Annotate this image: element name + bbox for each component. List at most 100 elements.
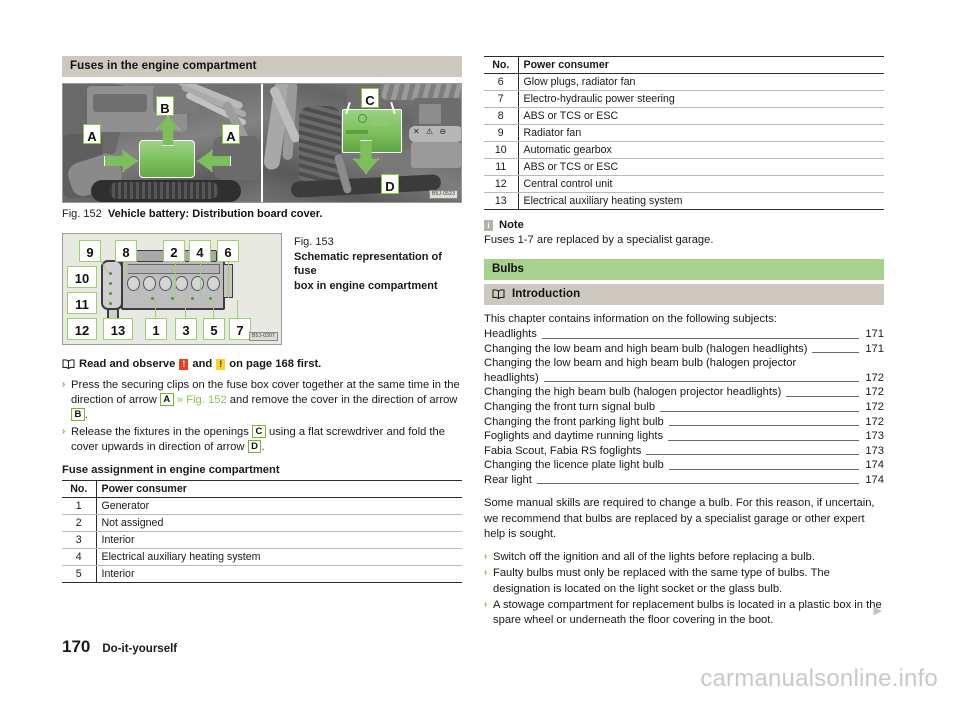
figure-152-caption-text: Vehicle battery: Distribution board cove… [107, 208, 323, 220]
column-header-power-consumer: Power consumer [96, 480, 462, 499]
table-row: 12 Central control unit [484, 175, 884, 193]
cell-consumer: ABS or TCS or ESC [518, 107, 884, 125]
list-item: › Release the fixtures in the openings C… [62, 424, 462, 455]
photo-right-half: ✕ ⚠ ⊖ C D [263, 84, 461, 202]
cell-consumer: Automatic gearbox [518, 141, 884, 159]
toc-leader [668, 439, 859, 441]
table-row: 10 Automatic gearbox [484, 141, 884, 159]
note-body: Fuses 1-7 are replaced by a specialist g… [484, 234, 714, 246]
toc-entry[interactable]: Fabia Scout, Fabia RS foglights 173 [484, 444, 884, 459]
toc-leader [646, 454, 859, 456]
photo-left-half: A A B [63, 84, 261, 202]
table-row: 2 Not assigned [62, 514, 462, 533]
bullet-chevron-icon: › [62, 379, 66, 390]
callout-label-c: C [361, 88, 379, 108]
read-and-observe-notice: Read and observe ! and ! on page 168 fir… [62, 358, 462, 370]
toc-title: Changing the low beam and high beam bulb… [484, 342, 808, 355]
bullet-text-1: Press the securing clips on the fuse box… [71, 379, 460, 422]
toc-page: 172 [865, 415, 884, 428]
cell-consumer: Radiator fan [518, 124, 884, 142]
toc-entry[interactable]: Changing the front parking light bulb 17… [484, 415, 884, 430]
chapter-contents-list: Headlights 171 Changing the low beam and… [484, 327, 884, 487]
inline-tag-a: A [159, 393, 174, 407]
toc-entry[interactable]: Headlights 171 [484, 327, 884, 342]
toc-leader [660, 410, 859, 412]
toc-entry[interactable]: Foglights and daytime running lights 173 [484, 429, 884, 444]
bullet-text-1: Switch off the ignition and all of the l… [493, 551, 815, 564]
toc-entry-title-wrapped[interactable]: Changing the low beam and high beam bulb… [484, 356, 884, 371]
cell-consumer: Glow plugs, radiator fan [518, 73, 884, 91]
figure-153-caption-line1: Schematic representation of fuse [294, 250, 442, 278]
info-icon: i [484, 219, 493, 231]
fuse-assignment-table-right: No. Power consumer 6 Glow plugs, radiato… [484, 56, 884, 210]
fuse-assignment-heading: Fuse assignment in engine compartment [62, 464, 280, 477]
cell-consumer: Generator [96, 497, 462, 516]
continuation-arrow-icon: ▶ [873, 605, 882, 617]
toc-entry[interactable]: headlights) 172 [484, 371, 884, 386]
table-row: 1 Generator [62, 497, 462, 516]
toc-title: Rear light [484, 473, 532, 486]
toc-page: 173 [865, 444, 884, 457]
table-row: 8 ABS or TCS or ESC [484, 107, 884, 125]
toc-title: Headlights [484, 328, 537, 341]
subsection-heading-introduction: Introduction [484, 284, 884, 306]
fuse-number-8: 8 [115, 240, 137, 262]
figure-153-image-code: B5J-0397 [248, 332, 278, 341]
inline-tag-b: B [71, 408, 85, 422]
callout-label-b: B [156, 96, 174, 116]
toc-title: Changing the front parking light bulb [484, 415, 664, 428]
cell-no: 10 [484, 141, 519, 159]
toc-entry[interactable]: Rear light 174 [484, 473, 884, 488]
note-title: Note [499, 219, 524, 231]
table-row: 3 Interior [62, 531, 462, 550]
cell-no: 6 [484, 73, 519, 91]
intro-paragraph: Some manual skills are required to chang… [484, 497, 875, 540]
right-bullet-list: › Switch off the ignition and all of the… [484, 550, 884, 628]
inline-tag-d: D [247, 439, 262, 453]
toc-leader [786, 396, 859, 398]
bullet-chevron-icon: › [484, 598, 488, 610]
toc-page: 171 [865, 328, 884, 341]
table-row: 4 Electrical auxiliary heating system [62, 548, 462, 567]
cell-no: 1 [62, 497, 97, 516]
introduction-heading-text: Introduction [512, 288, 581, 301]
list-item: › Switch off the ignition and all of the… [484, 550, 884, 565]
left-bullet-list: › Press the securing clips on the fuse b… [62, 378, 462, 455]
cell-consumer: Interior [96, 565, 462, 584]
inline-tag-c: C [251, 424, 266, 438]
fuse-number-9: 9 [79, 240, 101, 262]
table-row: 9 Radiator fan [484, 124, 884, 142]
toc-entry[interactable]: Changing the licence plate light bulb 17… [484, 458, 884, 473]
column-header-power-consumer: Power consumer [518, 56, 884, 74]
toc-page: 172 [865, 386, 884, 399]
figure-153-label: Fig. 153 [294, 236, 334, 248]
toc-title: Changing the licence plate light bulb [484, 459, 664, 472]
toc-page: 171 [865, 342, 884, 355]
toc-entry[interactable]: Changing the front turn signal bulb 172 [484, 400, 884, 415]
callout-label-a-left: A [83, 124, 101, 144]
toc-page: 174 [865, 459, 884, 472]
book-icon [62, 359, 75, 370]
toc-title-cont: headlights) [484, 371, 539, 384]
table-row: 11 ABS or TCS or ESC [484, 158, 884, 176]
left-column: Fuses in the engine compartment A A B ✕ … [62, 56, 462, 584]
cell-consumer: ABS or TCS or ESC [518, 158, 884, 176]
section-heading-fuses: Fuses in the engine compartment [62, 56, 462, 77]
cross-ref-fig-152[interactable]: » Fig. 152 [177, 394, 227, 406]
figure-153-image: 9 8 2 4 6 10 11 12 13 1 3 5 7 B5J-0397 [62, 233, 282, 345]
cell-no: 3 [62, 531, 97, 550]
table-row: 13 Electrical auxiliary heating system [484, 192, 884, 210]
toc-page: 172 [865, 401, 884, 414]
fuse-number-2: 2 [163, 240, 185, 262]
bullet-text-2: Release the fixtures in the openings C u… [71, 424, 445, 453]
figure-152-label: Fig. 152 [62, 208, 102, 220]
section-heading-bulbs: Bulbs [484, 259, 884, 281]
toc-entry[interactable]: Changing the low beam and high beam bulb… [484, 342, 884, 357]
toc-leader [668, 425, 859, 427]
toc-page: 174 [865, 473, 884, 486]
note-heading: i Note [484, 219, 884, 231]
table-header-row: No. Power consumer [62, 480, 462, 499]
read-observe-prefix: Read and observe [79, 358, 176, 370]
toc-entry[interactable]: Changing the high beam bulb (halogen pro… [484, 385, 884, 400]
fuse-number-7: 7 [229, 318, 251, 340]
